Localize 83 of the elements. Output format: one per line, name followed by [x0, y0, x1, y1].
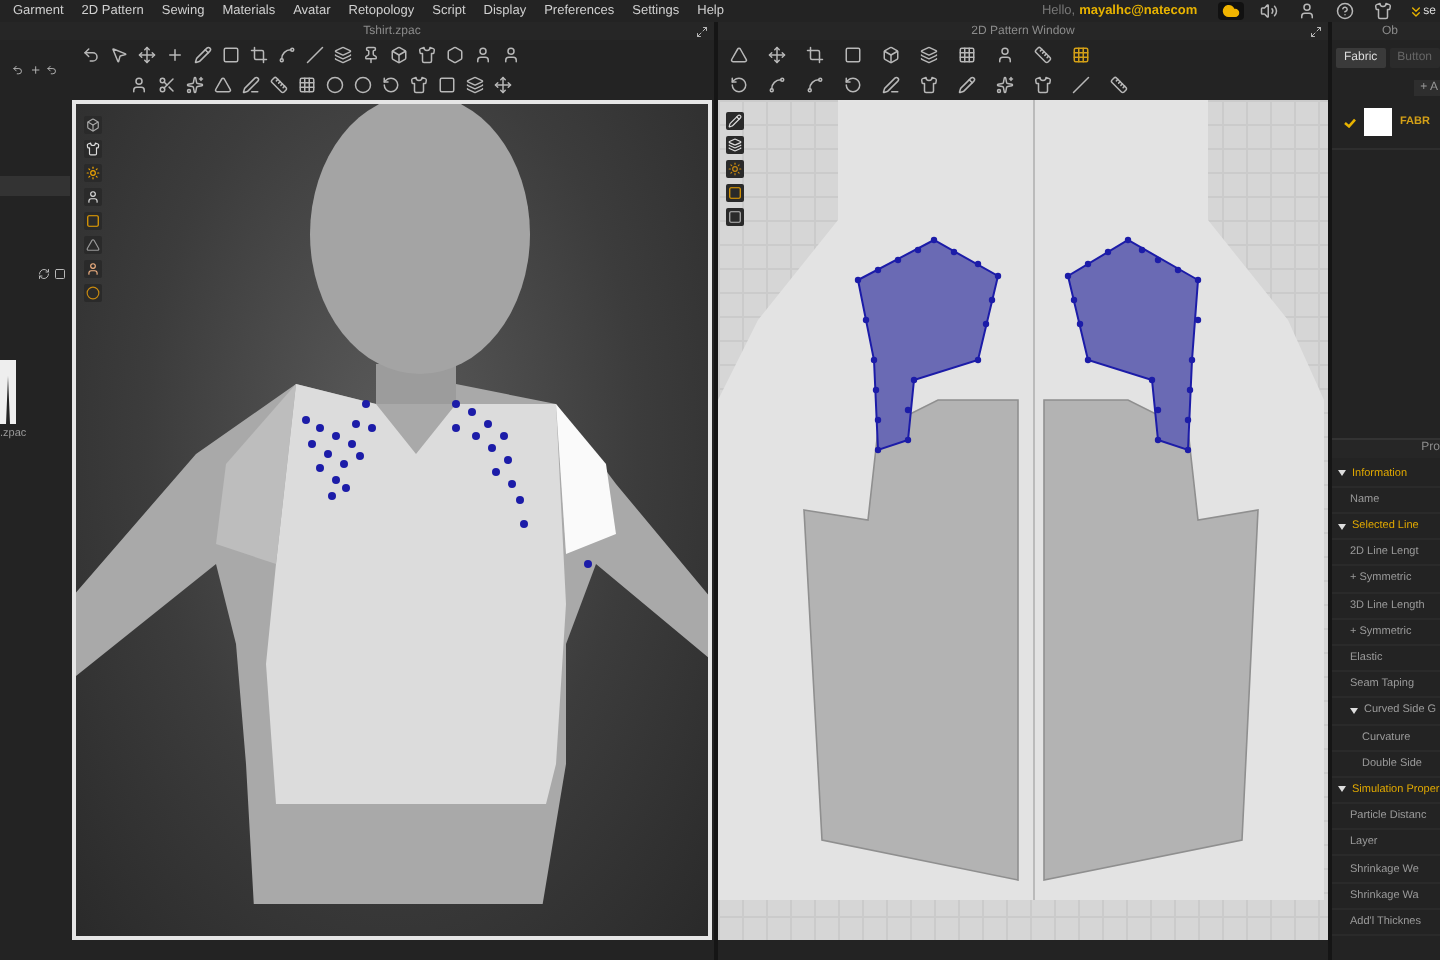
- shirt-icon[interactable]: [1373, 2, 1392, 20]
- sun-icon[interactable]: [86, 166, 100, 180]
- person-icon[interactable]: [86, 190, 100, 204]
- person-icon[interactable]: [86, 262, 100, 276]
- pants-thumbnail: [0, 360, 16, 424]
- plus-icon[interactable]: [166, 46, 184, 64]
- person-icon[interactable]: [474, 46, 492, 64]
- cube-icon[interactable]: [86, 118, 100, 132]
- rotate-icon[interactable]: [730, 76, 748, 94]
- ruler-icon[interactable]: [270, 76, 288, 94]
- expand-caret-icon[interactable]: [1338, 786, 1346, 793]
- circle-icon[interactable]: [354, 76, 372, 94]
- move-icon[interactable]: [138, 46, 156, 64]
- layers-icon[interactable]: [334, 46, 352, 64]
- move-icon[interactable]: [494, 76, 512, 94]
- pencil-icon[interactable]: [958, 76, 976, 94]
- hexagon-icon[interactable]: [446, 46, 464, 64]
- square-icon[interactable]: [54, 268, 66, 280]
- person-icon[interactable]: [1297, 2, 1316, 20]
- undo-icon[interactable]: [46, 64, 59, 76]
- crop-icon[interactable]: [806, 46, 824, 64]
- curve-icon[interactable]: [806, 76, 824, 94]
- expand-caret-icon[interactable]: [1338, 523, 1346, 530]
- fabric-swatch[interactable]: [1364, 108, 1392, 136]
- pin-icon[interactable]: [362, 46, 380, 64]
- triangle-icon[interactable]: [86, 238, 100, 252]
- circle-icon[interactable]: [86, 286, 100, 300]
- line-icon[interactable]: [306, 46, 324, 64]
- refresh-icon[interactable]: [38, 268, 50, 280]
- person-icon[interactable]: [502, 46, 520, 64]
- rotate-icon[interactable]: [382, 76, 400, 94]
- square-icon[interactable]: [86, 214, 100, 228]
- cube-icon[interactable]: [390, 46, 408, 64]
- pen-icon[interactable]: [882, 76, 900, 94]
- expand-caret-icon[interactable]: [1338, 470, 1346, 477]
- undo-icon[interactable]: [12, 64, 24, 76]
- square-icon[interactable]: [438, 76, 456, 94]
- cursor-icon[interactable]: [110, 46, 128, 64]
- ruler-icon[interactable]: [1034, 46, 1052, 64]
- circle-icon[interactable]: [326, 76, 344, 94]
- check-icon[interactable]: [1344, 117, 1356, 127]
- chevron-icon[interactable]: [1407, 3, 1424, 19]
- speaker-icon[interactable]: [1259, 2, 1278, 20]
- library-path-bar: [0, 176, 70, 196]
- cloud-icon[interactable]: [1221, 2, 1240, 20]
- triangle-icon[interactable]: [214, 76, 232, 94]
- move-icon[interactable]: [768, 46, 786, 64]
- curve-icon[interactable]: [768, 76, 786, 94]
- pen-icon[interactable]: [242, 76, 260, 94]
- cube-icon[interactable]: [882, 46, 900, 64]
- grid-icon[interactable]: [1072, 46, 1090, 64]
- sparkle-icon[interactable]: [996, 76, 1014, 94]
- help-icon[interactable]: [1335, 2, 1354, 20]
- grid-icon[interactable]: [958, 46, 976, 64]
- crop-icon[interactable]: [250, 46, 268, 64]
- person-icon[interactable]: [130, 76, 148, 94]
- shirt-icon[interactable]: [418, 46, 436, 64]
- scissors-icon[interactable]: [158, 76, 176, 94]
- expand-caret-icon[interactable]: [1350, 707, 1358, 714]
- layers-icon[interactable]: [728, 138, 742, 152]
- rotate-icon[interactable]: [844, 76, 862, 94]
- layers-icon[interactable]: [920, 46, 938, 64]
- square-icon[interactable]: [728, 210, 742, 224]
- pencil-icon[interactable]: [194, 46, 212, 64]
- shirt-icon[interactable]: [86, 142, 100, 156]
- square-icon[interactable]: [728, 186, 742, 200]
- plus-icon[interactable]: [29, 64, 41, 76]
- pencil-icon[interactable]: [728, 114, 742, 128]
- undo-icon[interactable]: [82, 46, 100, 64]
- shirt-icon[interactable]: [410, 76, 428, 94]
- shirt-icon[interactable]: [1034, 76, 1052, 94]
- layers-icon[interactable]: [466, 76, 484, 94]
- sun-icon[interactable]: [728, 162, 742, 176]
- grid-icon[interactable]: [298, 76, 316, 94]
- curve-icon[interactable]: [278, 46, 296, 64]
- square-icon[interactable]: [844, 46, 862, 64]
- line-icon[interactable]: [1072, 76, 1090, 94]
- shirt-icon[interactable]: [920, 76, 938, 94]
- sparkle-icon[interactable]: [186, 76, 204, 94]
- person-icon[interactable]: [996, 46, 1014, 64]
- ruler-icon[interactable]: [1110, 76, 1128, 94]
- triangle-icon[interactable]: [730, 46, 748, 64]
- square-icon[interactable]: [222, 46, 240, 64]
